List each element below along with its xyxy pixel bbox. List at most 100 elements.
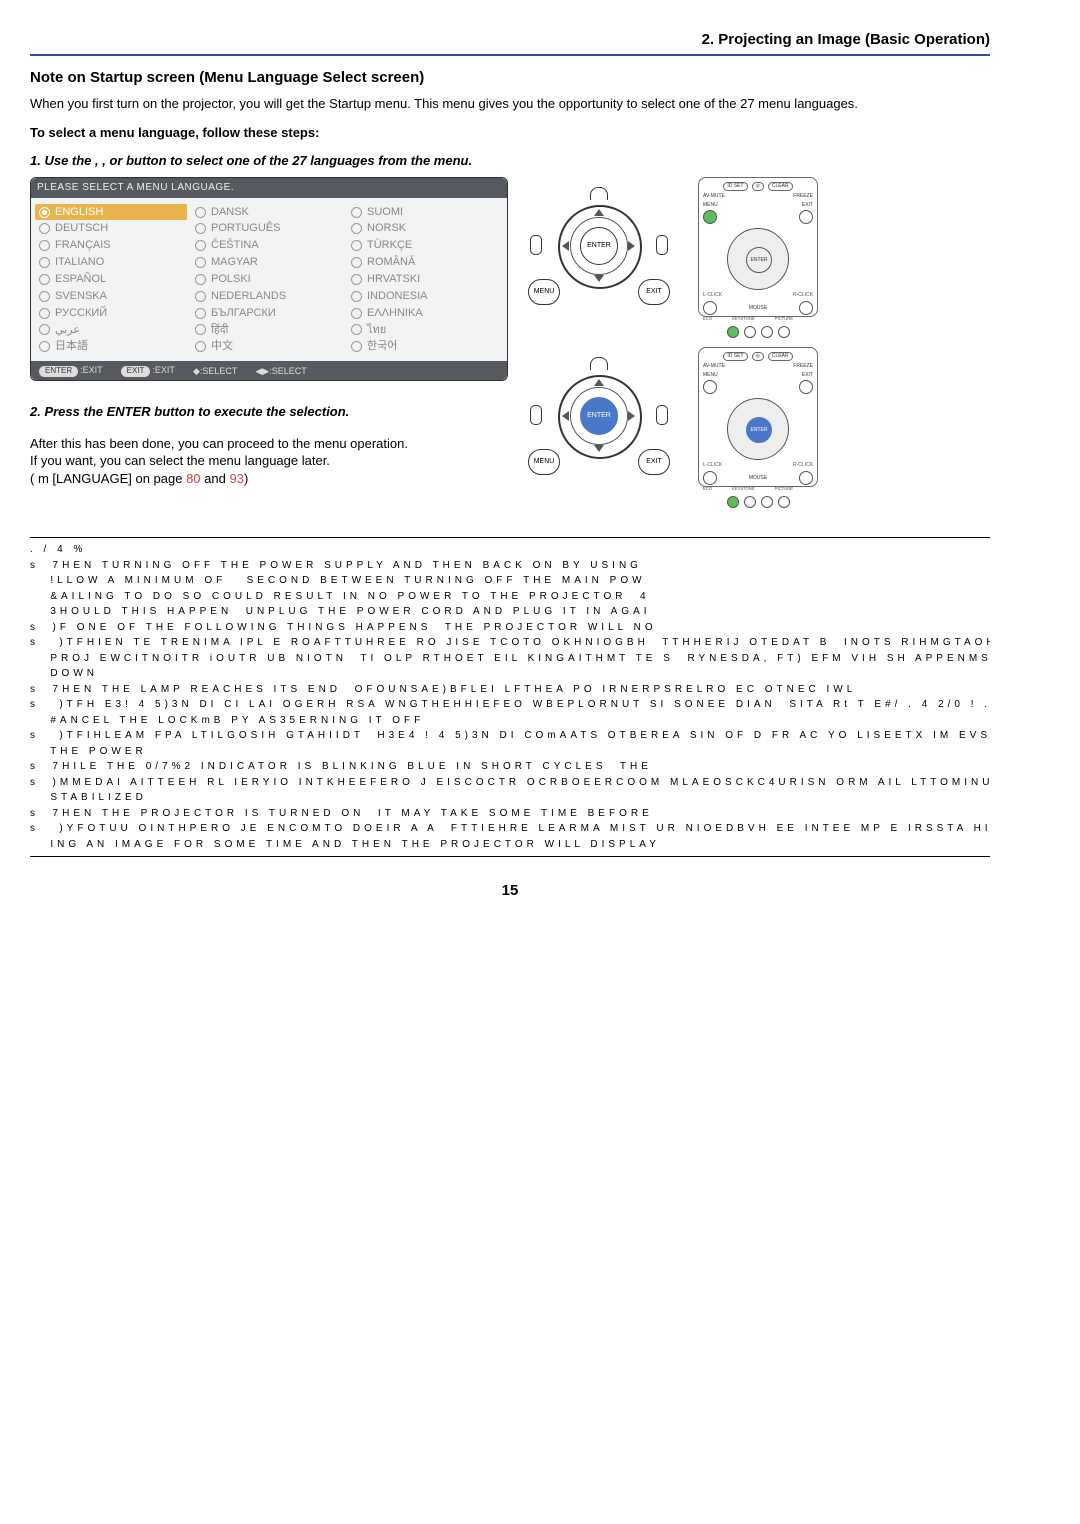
remote-rclick-btn-2 [799,471,813,485]
remote-enter-active: ENTER [746,417,772,443]
enter-button-illus-active: ENTER [580,397,618,435]
remote-freeze-label: FREEZE [793,193,813,200]
radio-icon [39,291,50,302]
radio-icon [195,341,206,352]
language-label: РУССКИЙ [55,306,107,321]
subheader: Note on Startup screen (Menu Language Se… [30,68,990,88]
language-menu: PLEASE SELECT A MENU LANGUAGE. ENGLISHDE… [30,177,508,381]
enter-label: :EXIT [80,365,103,375]
language-option[interactable]: INDONESIA [351,288,499,305]
language-option[interactable]: ROMÂNĂ [351,254,499,271]
remote-exit-label-2: EXIT [802,372,813,379]
language-option[interactable]: SVENSKA [39,288,187,305]
radio-icon [351,274,362,285]
select-vert: ◆:SELECT [193,365,237,377]
language-option[interactable]: MAGYAR [195,254,343,271]
remote-exit-btn-2 [799,380,813,394]
remote-illustration-2: ID SET ◎ CLEAR AV-MUTEFREEZE MENUEXIT EN… [698,347,818,487]
step-1: 1. Use the , , or button to select one o… [30,152,990,170]
radio-icon [195,240,206,251]
language-option[interactable]: NORSK [351,220,499,237]
remote-mouse-label-2: MOUSE [749,475,767,482]
language-option[interactable]: БЪЛГАРСКИ [195,305,343,322]
radio-icon [39,223,50,234]
language-option[interactable]: HRVATSKI [351,271,499,288]
language-label: FRANÇAIS [55,238,111,253]
menu-button-illus-2: MENU [528,449,560,475]
language-option[interactable]: ΕΛΛΗΝΙΚΑ [351,305,499,322]
language-option[interactable]: TÜRKÇE [351,237,499,254]
language-label: 中文 [211,339,233,354]
language-option[interactable]: 한국어 [351,338,499,355]
remote-mouse-label: MOUSE [749,305,767,312]
language-option[interactable]: РУССКИЙ [39,305,187,322]
language-label: ITALIANO [55,255,104,270]
language-option[interactable]: ČEŠTINA [195,237,343,254]
language-label: عربي [55,323,80,338]
remote-enter: ENTER [746,247,772,273]
language-option[interactable]: ITALIANO [39,254,187,271]
language-option[interactable]: 日本語 [39,338,187,355]
remote-clear-2: CLEAR [768,352,793,361]
language-option[interactable]: 中文 [195,338,343,355]
page-link-93[interactable]: 93 [229,471,243,486]
radio-icon [351,223,362,234]
after-and: and [201,471,230,486]
radio-icon [351,257,362,268]
radio-icon [195,274,206,285]
language-label: ESPAÑOL [55,272,106,287]
section-title: 2. Projecting an Image (Basic Operation) [30,30,990,56]
language-option[interactable]: POLSKI [195,271,343,288]
page-link-80[interactable]: 80 [186,471,200,486]
step1-mid: , , or [95,153,122,168]
remote-rclick-2: R-CLICK [793,462,813,469]
language-label: SUOMI [367,205,403,220]
language-option[interactable]: ไทย [351,322,499,339]
language-label: 日本語 [55,339,88,354]
language-label: TÜRKÇE [367,238,412,253]
language-menu-title: PLEASE SELECT A MENU LANGUAGE. [31,178,507,198]
projector-nav-illustration-1: ENTER MENU EXIT [528,187,668,307]
language-option[interactable]: PORTUGUÊS [195,220,343,237]
remote-lclick-2: L-CLICK [703,462,722,469]
remote-picture-label: PICTURE [775,316,793,322]
language-label: ROMÂNĂ [367,255,415,270]
language-option[interactable]: ESPAÑOL [39,271,187,288]
enter-pill: ENTER [39,366,78,377]
exit-pill: EXIT [121,366,151,377]
radio-icon [195,257,206,268]
language-label: DANSK [211,205,249,220]
step1-prefix: 1. Use the [30,153,95,168]
radio-icon [195,308,206,319]
exit-button-illus: EXIT [638,279,670,305]
language-option[interactable]: DANSK [195,204,343,221]
language-label: NORSK [367,221,406,236]
language-option[interactable]: NEDERLANDS [195,288,343,305]
language-label: БЪЛГАРСКИ [211,306,276,321]
language-label: INDONESIA [367,289,428,304]
remote-menu-btn-2 [703,380,717,394]
radio-icon [195,223,206,234]
language-option[interactable]: ENGLISH [35,204,187,221]
language-menu-footer: ENTER:EXIT EXIT:EXIT ◆:SELECT ◀▶:SELECT [31,361,507,380]
remote-freeze-label-2: FREEZE [793,363,813,370]
language-option[interactable]: SUOMI [351,204,499,221]
after-step-text: After this has been done, you can procee… [30,435,510,488]
exit-label: :EXIT [152,365,175,375]
remote-lclick-btn-2 [703,471,717,485]
radio-icon [39,240,50,251]
language-option[interactable]: हिंदी [195,322,343,339]
language-option[interactable]: FRANÇAIS [39,237,187,254]
remote-dot-extra [778,326,790,338]
language-option[interactable]: DEUTSCH [39,220,187,237]
remote-nav: ENTER [727,228,789,290]
page-number: 15 [30,881,990,901]
remote-picture-label-2: PICTURE [775,486,793,492]
remote-clear: CLEAR [768,182,793,191]
remote-dot-eco-2 [727,496,739,508]
remote-exit-label: EXIT [802,202,813,209]
language-option[interactable]: عربي [39,322,187,339]
radio-icon [351,324,362,335]
step-2: 2. Press the ENTER button to execute the… [30,403,510,421]
exit-button-illus-2: EXIT [638,449,670,475]
